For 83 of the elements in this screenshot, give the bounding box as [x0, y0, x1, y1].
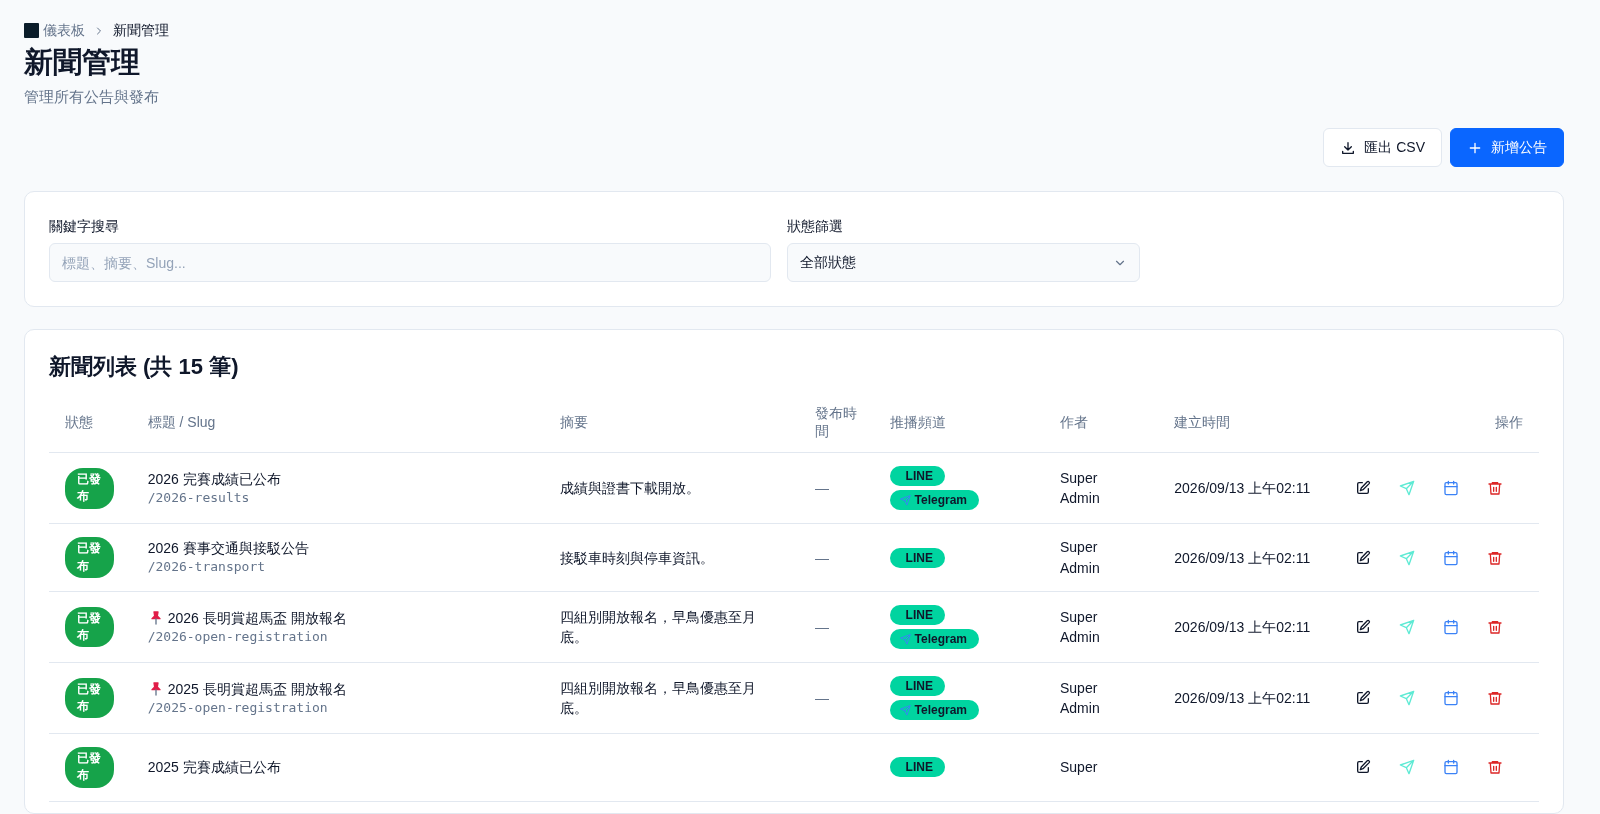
channel-tag: LINE: [889, 547, 945, 568]
edit-icon: [1355, 759, 1371, 776]
page-subtitle: 管理所有公告與發布: [24, 86, 160, 107]
created-time: 2026/09/13 上午02:11: [1174, 689, 1311, 706]
news-summary: 成績與證書下載開放。: [559, 480, 700, 497]
send-icon: [1399, 619, 1415, 636]
trash-icon: [1487, 480, 1503, 497]
channel-tag: LINE: [889, 466, 945, 487]
send-icon: [1399, 759, 1415, 776]
status-badge: 已發布: [65, 537, 114, 579]
send-icon: [899, 704, 911, 716]
trash-icon: [1487, 759, 1503, 776]
publish-time: —: [815, 549, 830, 566]
calendar-icon: [1443, 759, 1459, 776]
publish-time: —: [815, 618, 830, 635]
send-icon: [1399, 549, 1415, 566]
news-summary: 四組別開放報名，早鳥優惠至月底。: [559, 608, 756, 646]
edit-icon: [1355, 690, 1371, 707]
field-label: 狀態篩選: [787, 217, 844, 237]
column-header: 狀態: [49, 393, 132, 453]
channel-tag: Telegram: [889, 700, 980, 721]
field-label: 關鍵字搜尋: [49, 217, 120, 237]
news-summary: 接駁車時刻與停車資訊。: [559, 549, 714, 566]
news-title: 2025 完賽成績已公布: [147, 758, 281, 778]
column-header: 建立時間: [1158, 393, 1348, 453]
send-icon: [899, 494, 911, 506]
column-header: 操作: [1347, 393, 1539, 453]
calendar-icon: [1443, 690, 1459, 707]
edit-icon: [1355, 480, 1371, 497]
status-badge: 已發布: [65, 677, 114, 719]
channel-tag: LINE: [889, 605, 945, 626]
publish-time: —: [815, 480, 830, 497]
breadcrumb-link[interactable]: 儀表板: [43, 20, 85, 41]
channel-tag: Telegram: [889, 629, 980, 650]
status-badge: 已發布: [65, 467, 114, 509]
send-icon: [1399, 690, 1415, 707]
page-title: 新聞管理: [24, 45, 141, 80]
edit-icon: [1355, 619, 1371, 636]
calendar-icon: [1443, 549, 1459, 566]
channel-tag: LINE: [889, 676, 945, 697]
edit-icon: [1355, 549, 1371, 566]
send-icon: [899, 633, 911, 645]
created-time: 2026/09/13 上午02:11: [1174, 549, 1311, 566]
status-badge: 已發布: [65, 747, 114, 788]
download-icon: [1340, 139, 1357, 156]
calendar-icon: [1443, 619, 1459, 636]
news-title: 2025 長明賞超馬盃 開放報名: [167, 679, 347, 699]
export-button[interactable]: 匯出 CSV: [1323, 128, 1442, 168]
created-time: 2026/09/13 上午02:11: [1174, 618, 1311, 635]
created-time: 2026/09/13 上午02:11: [1174, 480, 1311, 497]
news-slug: /2026-results: [147, 489, 251, 507]
column-header: 標題 / Slug: [131, 393, 544, 453]
column-header: 發布時間: [799, 393, 874, 453]
column-header: 摘要: [543, 393, 800, 453]
trash-icon: [1487, 549, 1503, 566]
author-name: Super Admin: [1060, 469, 1101, 509]
add-button[interactable]: 新增公告: [1450, 128, 1564, 168]
column-header: 推播頻道: [873, 393, 1044, 453]
author-name: Super Admin: [1060, 538, 1101, 578]
send-icon: [1399, 480, 1415, 497]
author-name: Super Admin: [1060, 607, 1101, 648]
status-badge: 已發布: [65, 606, 114, 648]
breadcrumb-current: 新聞管理: [113, 21, 169, 40]
channel-tag: LINE: [889, 757, 945, 778]
channel-tag: Telegram: [889, 490, 980, 511]
column-header: 作者: [1044, 393, 1159, 453]
news-title: 2026 長明賞超馬盃 開放報名: [167, 608, 347, 628]
search-field[interactable]: 標題、摘要、Slug...: [49, 243, 771, 283]
news-slug: /2026-transport: [147, 558, 267, 577]
news-summary: 四組別開放報名，早鳥優惠至月底。: [559, 679, 756, 717]
status-select[interactable]: 全部狀態: [787, 243, 1140, 283]
author-name: Super Admin: [1060, 678, 1101, 719]
table-title: 新聞列表 (共 15 筆): [49, 353, 240, 382]
calendar-icon: [1443, 480, 1459, 497]
news-slug: /2025-open-registration: [147, 698, 329, 717]
author-name: Super: [1060, 758, 1099, 778]
trash-icon: [1487, 690, 1503, 707]
news-title: 2026 完賽成績已公布: [147, 469, 281, 489]
logo-icon: [24, 23, 39, 38]
publish-time: —: [815, 689, 830, 706]
news-title: 2026 賽事交通與接駁公告: [147, 539, 309, 559]
news-slug: /2026-open-registration: [147, 627, 329, 646]
trash-icon: [1487, 619, 1503, 636]
